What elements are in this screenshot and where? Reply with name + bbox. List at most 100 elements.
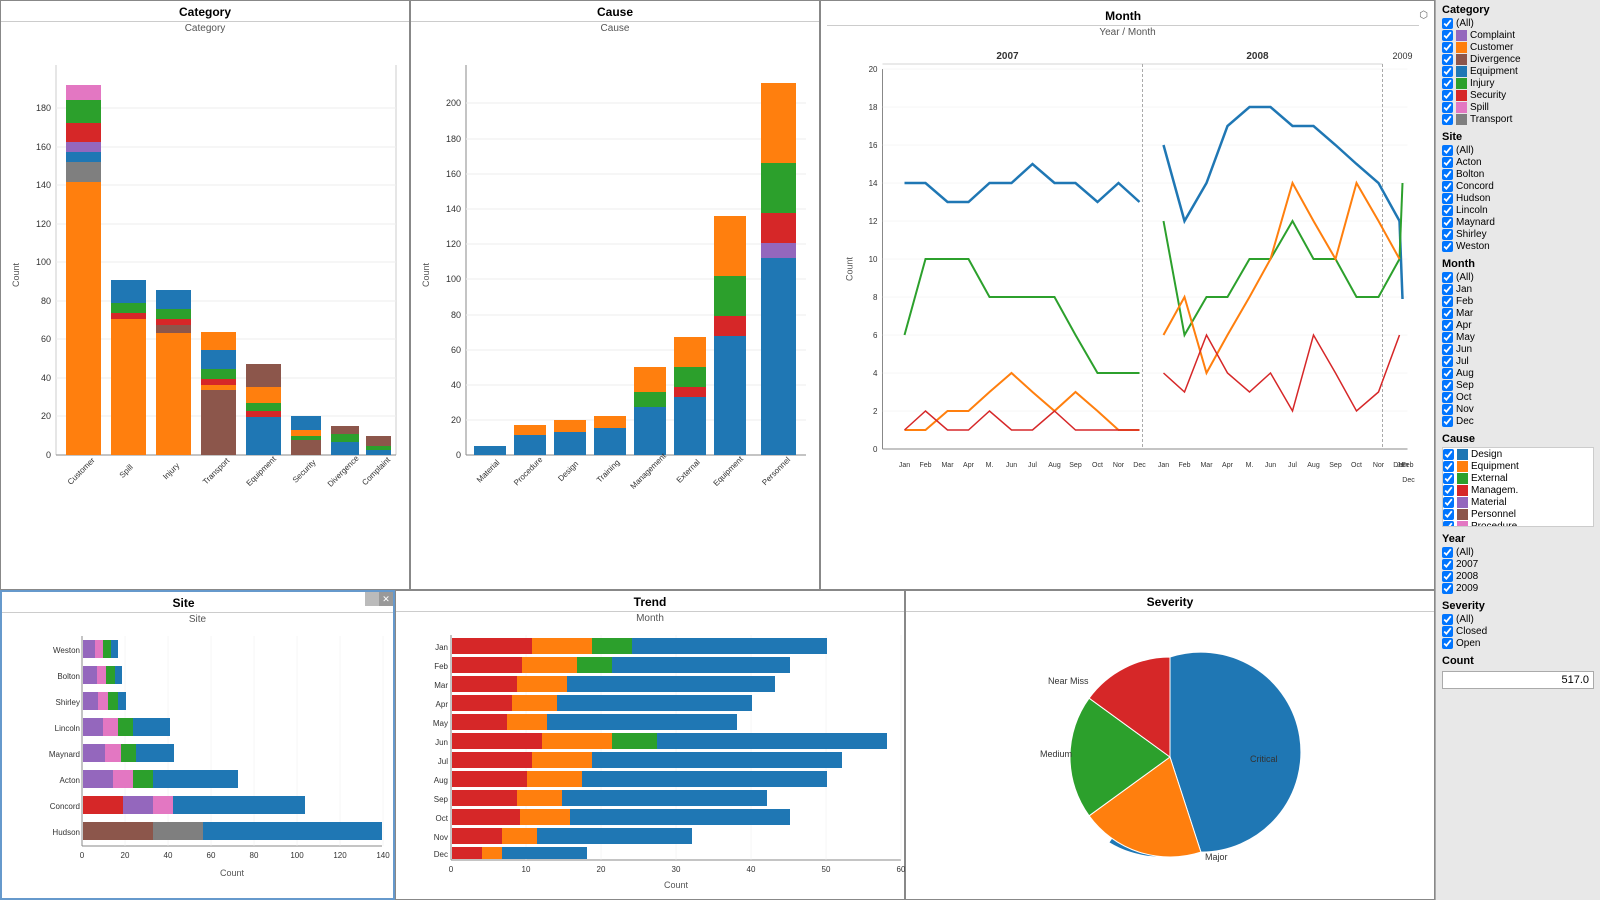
check-all-site[interactable] [1442,145,1453,156]
check-management[interactable] [1443,485,1454,496]
trend-apr-r [452,695,512,711]
check-all-year[interactable] [1442,547,1453,558]
check-maynard[interactable] [1442,217,1453,228]
check-external[interactable] [1443,473,1454,484]
check-weston[interactable] [1442,241,1453,252]
check-closed[interactable] [1442,626,1453,637]
check-complaint[interactable] [1442,30,1453,41]
bar-training-o [594,416,626,428]
label-closed: Closed [1456,626,1487,637]
check-oct[interactable] [1442,392,1453,403]
check-may[interactable] [1442,332,1453,343]
svg-text:18: 18 [869,103,878,112]
color-customer [1456,42,1467,53]
svg-text:Count: Count [421,263,431,288]
resize-handle[interactable] [365,592,379,606]
svg-text:Divergence: Divergence [326,453,361,488]
cause-subtitle: Cause [411,22,819,35]
svg-text:100: 100 [290,851,304,860]
svg-text:100: 100 [446,274,461,284]
cause-filter-scroll[interactable]: Design Equipment External Managem. Mater… [1442,447,1594,527]
svg-text:40: 40 [747,865,756,874]
bar-weston-p [83,640,95,658]
bar-complaint-brown [366,436,391,446]
expand-icon[interactable]: ⬡ [1419,10,1428,21]
svg-text:2007: 2007 [996,51,1019,62]
check-equipment-cause[interactable] [1443,461,1454,472]
check-material[interactable] [1443,497,1454,508]
svg-text:Count: Count [845,257,855,282]
label-material: Material [1471,497,1507,508]
label-security: Security [1470,90,1506,101]
month-filter-section: Month (All) Jan Feb Mar Apr May Jun Jul … [1442,258,1594,427]
site-panel: ✕ Site Site 0 20 40 60 80 100 [0,590,395,900]
check-2007[interactable] [1442,559,1453,570]
svg-text:Oct: Oct [1351,462,1362,469]
bar-equipment-red [246,411,281,417]
check-concord[interactable] [1442,181,1453,192]
check-dec[interactable] [1442,416,1453,427]
svg-text:180: 180 [36,103,51,113]
svg-text:Jun: Jun [1265,462,1276,469]
check-jan[interactable] [1442,284,1453,295]
svg-text:100: 100 [36,257,51,267]
check-security[interactable] [1442,90,1453,101]
check-personnel[interactable] [1443,509,1454,520]
check-design[interactable] [1443,449,1454,460]
check-apr[interactable] [1442,320,1453,331]
bar-material [474,446,506,455]
check-all-severity[interactable] [1442,614,1453,625]
month-title: Month [827,5,1419,26]
bar-transport-red [201,379,236,385]
check-divergence[interactable] [1442,54,1453,65]
check-feb[interactable] [1442,296,1453,307]
check-mar[interactable] [1442,308,1453,319]
check-customer[interactable] [1442,42,1453,53]
svg-text:30: 30 [672,865,681,874]
label-jul: Jul [1456,356,1469,367]
svg-text:Aug: Aug [1307,462,1320,469]
check-2009[interactable] [1442,583,1453,594]
check-jul[interactable] [1442,356,1453,367]
close-button[interactable]: ✕ [379,592,393,606]
bar-bolton-pi [97,666,106,684]
bar-customer-red [66,123,101,142]
check-shirley[interactable] [1442,229,1453,240]
check-all-category[interactable] [1442,18,1453,29]
label-mar: Mar [1456,308,1473,319]
check-hudson[interactable] [1442,193,1453,204]
check-open[interactable] [1442,638,1453,649]
svg-text:40: 40 [164,851,173,860]
trend-jul-o [532,752,592,768]
check-transport[interactable] [1442,114,1453,125]
trend-aug-r [452,771,527,787]
label-2009: 2009 [1456,583,1478,594]
svg-text:Count: Count [220,868,245,878]
check-injury[interactable] [1442,78,1453,89]
svg-text:80: 80 [41,296,51,306]
check-equipment[interactable] [1442,66,1453,77]
check-bolton[interactable] [1442,169,1453,180]
check-lincoln[interactable] [1442,205,1453,216]
bar-weston-pi [95,640,103,658]
svg-text:Mar: Mar [1200,462,1213,469]
label-hudson: Hudson [1456,193,1490,204]
year-filter-title: Year [1442,533,1594,545]
check-aug[interactable] [1442,368,1453,379]
check-sep[interactable] [1442,380,1453,391]
check-acton[interactable] [1442,157,1453,168]
check-nov[interactable] [1442,404,1453,415]
svg-text:Complaint: Complaint [360,455,392,487]
svg-text:120: 120 [333,851,347,860]
trend-jun-r [452,733,542,749]
check-2008[interactable] [1442,571,1453,582]
bar-lincoln-g [118,718,133,736]
svg-text:2: 2 [873,407,878,416]
color-spill [1456,102,1467,113]
filter-equipment: Equipment [1442,66,1594,77]
check-all-month[interactable] [1442,272,1453,283]
check-procedure[interactable] [1443,521,1454,527]
check-spill[interactable] [1442,102,1453,113]
svg-text:Jul: Jul [1028,462,1037,469]
check-jun[interactable] [1442,344,1453,355]
